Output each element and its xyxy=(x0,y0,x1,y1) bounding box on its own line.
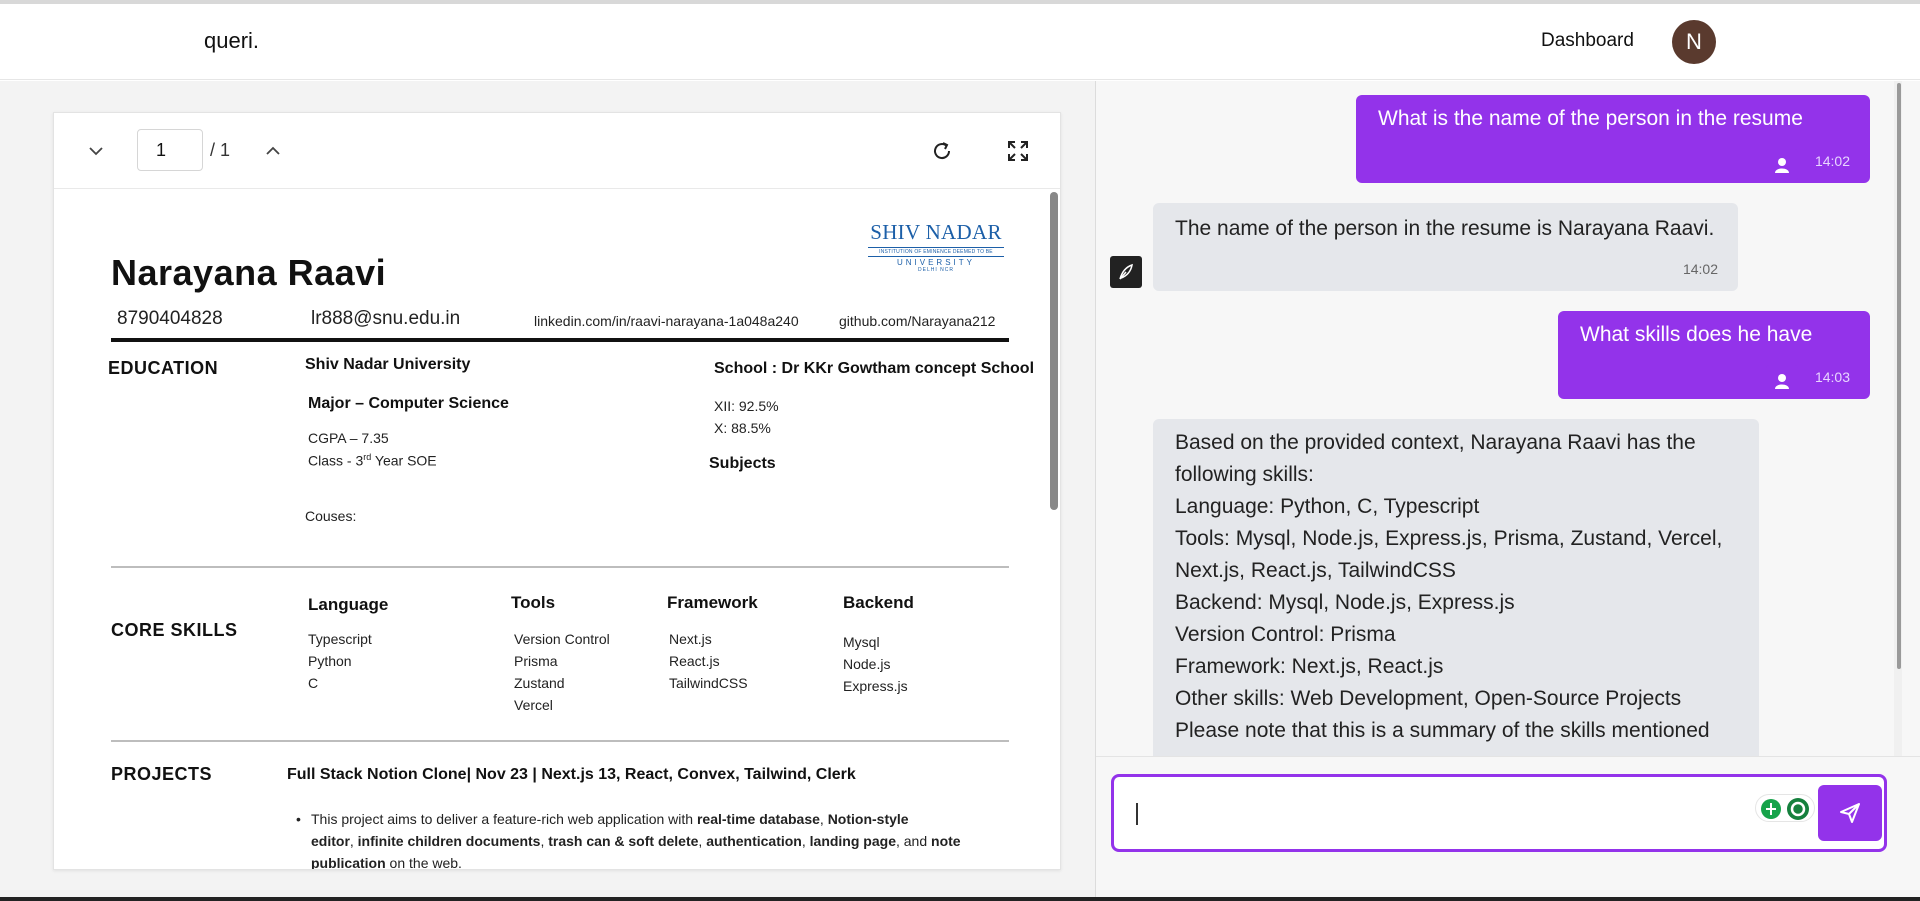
send-button[interactable] xyxy=(1818,785,1882,841)
resume-email: lr888@snu.edu.in xyxy=(311,308,461,329)
skill-item: C xyxy=(308,675,319,691)
education-cgpa: CGPA – 7.35 xyxy=(308,430,389,446)
page-number-input[interactable] xyxy=(137,129,203,171)
text-caret xyxy=(1136,803,1138,825)
resume-linkedin: linkedin.com/in/raavi-narayana-1a048a240 xyxy=(534,313,799,329)
extension-icons[interactable] xyxy=(1755,794,1815,822)
send-icon xyxy=(1840,803,1860,823)
chat-scrollbar-thumb[interactable] xyxy=(1897,83,1901,669)
pdf-scrollbar-thumb[interactable] xyxy=(1050,192,1058,510)
bot-feather-icon xyxy=(1110,256,1142,288)
header-rule xyxy=(111,338,1009,342)
page-total-label: / 1 xyxy=(210,140,231,160)
project-bullet-line: publication on the web. xyxy=(311,855,462,870)
project-bullet-marker: • xyxy=(296,811,301,827)
skill-item: Typescript xyxy=(308,631,372,647)
skill-item: Express.js xyxy=(843,678,908,694)
chat-messages: What is the name of the person in the re… xyxy=(1096,81,1920,756)
skill-item: Vercel xyxy=(514,697,553,713)
skill-item: Node.js xyxy=(843,656,891,672)
pdf-viewer: / 1 SHIV NADAR INSTITUTION OF EMINENCE D… xyxy=(53,112,1061,870)
app-header: queri. Dashboard N xyxy=(0,4,1920,80)
user-avatar[interactable]: N xyxy=(1672,20,1716,64)
skills-heading: CORE SKILLS xyxy=(111,620,238,640)
page-down-chevron-icon[interactable] xyxy=(80,135,112,167)
bot-message: The name of the person in the resume is … xyxy=(1153,203,1738,291)
user-message: What skills does he have 14:03 xyxy=(1558,311,1870,399)
skill-item: TailwindCSS xyxy=(669,675,748,691)
window-bottom-border xyxy=(0,897,1920,901)
university-logo: SHIV NADAR INSTITUTION OF EMINENCE DEEME… xyxy=(864,220,1008,273)
skill-item: Zustand xyxy=(514,675,565,691)
page-up-chevron-icon[interactable] xyxy=(257,135,289,167)
skill-item: React.js xyxy=(669,653,720,669)
rotate-icon[interactable] xyxy=(926,135,958,167)
education-xii: XII: 92.5% xyxy=(714,398,779,414)
user-avatar-icon xyxy=(1766,149,1798,181)
skill-item: Version Control xyxy=(514,631,610,647)
skills-col-tools: Tools xyxy=(511,593,556,612)
resume-phone: 8790404828 xyxy=(117,308,223,329)
pdf-viewer-pane: / 1 SHIV NADAR INSTITUTION OF EMINENCE D… xyxy=(0,81,1095,897)
resume-github: github.com/Narayana212 xyxy=(839,313,996,329)
skill-item: Mysql xyxy=(843,634,880,650)
chat-input-area xyxy=(1096,756,1920,901)
skill-item: Next.js xyxy=(669,631,712,647)
skills-col-language: Language xyxy=(308,595,389,614)
pdf-toolbar: / 1 xyxy=(54,113,1060,189)
user-avatar-icon xyxy=(1766,365,1798,397)
project-bullet-line: This project aims to deliver a feature-r… xyxy=(311,811,909,827)
bot-message-lines: Based on the provided context, Narayana … xyxy=(1175,431,1723,742)
resume-name: Narayana Raavi xyxy=(111,252,387,293)
nav-dashboard-link[interactable]: Dashboard xyxy=(1541,30,1634,52)
project-title: Full Stack Notion Clone| Nov 23 | Next.j… xyxy=(287,766,856,783)
skills-col-framework: Framework xyxy=(667,593,758,612)
project-bullet-line: editor, infinite children documents, tra… xyxy=(311,833,961,849)
resume-page[interactable]: SHIV NADAR INSTITUTION OF EMINENCE DEEME… xyxy=(54,190,1060,870)
education-school: School : Dr KKr Gowtham concept School xyxy=(714,360,1035,377)
education-major: Major – Computer Science xyxy=(308,395,509,412)
fullscreen-icon[interactable] xyxy=(1002,135,1034,167)
skill-item: Prisma xyxy=(514,653,558,669)
bot-message: Based on the provided context, Narayana … xyxy=(1153,419,1759,756)
education-heading: EDUCATION xyxy=(108,358,219,378)
section-rule xyxy=(111,740,1009,742)
skills-col-backend: Backend xyxy=(843,593,914,612)
education-subjects: Subjects xyxy=(709,455,776,472)
education-courses: Couses: xyxy=(305,508,357,524)
app-logo[interactable]: queri. xyxy=(204,28,259,54)
education-university: Shiv Nadar University xyxy=(305,356,471,373)
projects-heading: PROJECTS xyxy=(111,764,213,784)
section-rule xyxy=(111,566,1009,568)
education-x: X: 88.5% xyxy=(714,420,771,436)
chat-pane: What is the name of the person in the re… xyxy=(1096,81,1920,901)
chat-input[interactable] xyxy=(1111,774,1887,852)
skill-item: Python xyxy=(308,653,352,669)
education-class: Class - 3rd Year SOE xyxy=(308,452,437,469)
